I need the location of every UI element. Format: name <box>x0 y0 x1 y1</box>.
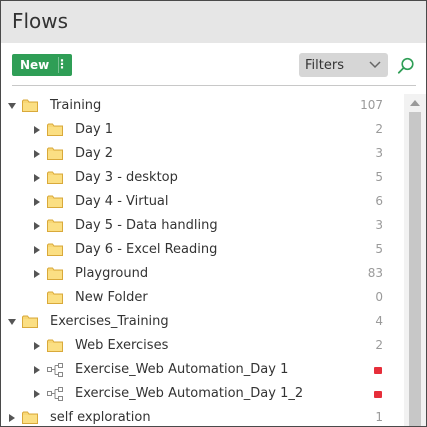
new-button-label: New <box>20 58 50 72</box>
item-count: 107 <box>360 98 383 112</box>
expand-arrow-icon[interactable] <box>34 390 40 398</box>
tree-row[interactable]: Training 107 <box>1 94 426 118</box>
item-count: 6 <box>375 194 383 208</box>
more-options-icon[interactable]: ⋮ <box>56 57 68 71</box>
folder-icon <box>47 171 63 184</box>
item-count: 2 <box>375 122 383 136</box>
item-count: 4 <box>375 314 383 328</box>
tree-row[interactable]: Playground 83 <box>1 262 426 286</box>
tree-item-label: Exercise_Web Automation_Day 1_2 <box>75 386 304 401</box>
tree-item-label: Playground <box>75 266 149 281</box>
filters-dropdown[interactable]: Filters <box>299 53 388 77</box>
tree-item-label: New Folder <box>75 290 148 305</box>
item-count: 3 <box>375 218 383 232</box>
tree-row[interactable]: Day 5 - Data handling 3 <box>1 214 426 238</box>
tree-item-label: Day 3 - desktop <box>75 170 178 185</box>
folder-icon <box>22 315 38 328</box>
tree-row[interactable]: Day 1 2 <box>1 118 426 142</box>
chevron-down-icon <box>369 61 381 69</box>
toolbar-divider <box>12 85 416 86</box>
panel-title: Flows <box>12 9 69 33</box>
folder-icon <box>47 123 63 136</box>
search-icon[interactable] <box>397 57 415 75</box>
tree-item-label: Training <box>50 98 102 113</box>
expand-arrow-icon[interactable] <box>34 366 40 374</box>
error-status-icon <box>374 367 382 374</box>
expand-arrow-icon[interactable] <box>34 342 40 350</box>
vertical-scrollbar[interactable] <box>404 94 426 426</box>
tree-item-label: Day 5 - Data handling <box>75 218 218 233</box>
expand-arrow-icon[interactable] <box>34 246 40 254</box>
scroll-up-icon[interactable] <box>410 100 420 106</box>
expand-arrow-icon[interactable] <box>34 126 40 134</box>
item-count: 83 <box>367 266 383 280</box>
folder-icon <box>47 147 63 160</box>
tree-row[interactable]: Day 6 - Excel Reading 5 <box>1 238 426 262</box>
panel-header: Flows <box>1 1 426 43</box>
item-count: 5 <box>375 242 383 256</box>
expand-arrow-icon[interactable] <box>34 150 40 158</box>
scrollbar-thumb[interactable] <box>409 112 421 426</box>
folder-icon <box>47 267 63 280</box>
tree-row[interactable]: Web Exercises 2 <box>1 334 426 358</box>
expand-arrow-icon[interactable] <box>34 270 40 278</box>
toolbar: New ⋮ Filters <box>1 43 426 87</box>
expand-arrow-icon[interactable] <box>34 174 40 182</box>
error-status-icon <box>374 391 382 398</box>
tree-item-label: Web Exercises <box>75 338 169 353</box>
tree-item-label: Exercises_Training <box>50 314 169 329</box>
folder-icon <box>47 243 63 256</box>
tree-item-label: Day 6 - Excel Reading <box>75 242 218 257</box>
tree-item-label: self exploration <box>50 410 151 425</box>
tree-item-label: Exercise_Web Automation_Day 1 <box>75 362 289 377</box>
flows-panel: Flows New ⋮ Filters Training 107 Day 1 2 Day… <box>0 0 427 427</box>
tree-row[interactable]: self exploration 1 <box>1 406 426 426</box>
tree-item-label: Day 2 <box>75 146 114 161</box>
folder-icon <box>22 411 38 424</box>
tree-row[interactable]: Exercise_Web Automation_Day 1 <box>1 358 426 382</box>
collapse-arrow-icon[interactable] <box>8 319 16 325</box>
folder-icon <box>47 339 63 352</box>
tree-row[interactable]: Day 4 - Virtual 6 <box>1 190 426 214</box>
item-count: 1 <box>375 410 383 424</box>
flow-icon <box>47 363 63 377</box>
tree-row[interactable]: Day 3 - desktop 5 <box>1 166 426 190</box>
filters-label: Filters <box>305 58 344 73</box>
item-count: 0 <box>375 290 383 304</box>
collapse-arrow-icon[interactable] <box>8 103 16 109</box>
folder-icon <box>22 99 38 112</box>
tree-row[interactable]: Exercises_Training 4 <box>1 310 426 334</box>
folder-icon <box>47 219 63 232</box>
expand-arrow-icon[interactable] <box>34 198 40 206</box>
tree-row[interactable]: Exercise_Web Automation_Day 1_2 <box>1 382 426 406</box>
item-count: 3 <box>375 146 383 160</box>
new-button[interactable]: New ⋮ <box>12 54 72 76</box>
folder-icon <box>47 195 63 208</box>
expand-arrow-icon[interactable] <box>34 222 40 230</box>
flow-tree: Training 107 Day 1 2 Day 2 3 Day 3 - desktop 5 D… <box>1 94 426 426</box>
tree-item-label: Day 4 - Virtual <box>75 194 169 209</box>
item-count: 2 <box>375 338 383 352</box>
tree-row[interactable]: Day 2 3 <box>1 142 426 166</box>
item-count: 5 <box>375 170 383 184</box>
tree-row[interactable]: New Folder 0 <box>1 286 426 310</box>
tree-item-label: Day 1 <box>75 122 114 137</box>
flow-icon <box>47 387 63 401</box>
expand-arrow-icon[interactable] <box>9 414 15 422</box>
folder-icon <box>47 291 63 304</box>
